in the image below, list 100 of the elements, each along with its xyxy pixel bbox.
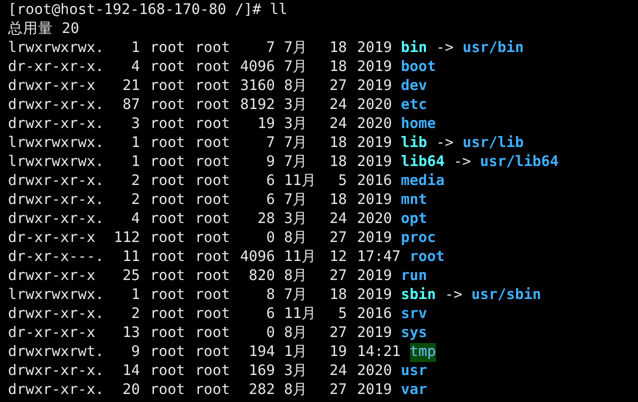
month-text: 3月 [284,211,308,227]
link-count-text: 112 [114,230,140,246]
link-arrow-text: -> [436,39,454,58]
file-size-text: 7 [266,40,275,56]
owner-text: root [150,97,185,113]
file-name: tmp [410,343,436,362]
permissions-text: drwxr-xr-x [8,77,96,96]
link-count-text: 21 [122,78,140,94]
group-text: root [195,363,230,379]
group-text: root [195,249,230,265]
owner-text: root [150,344,185,360]
month-text: 11月 [284,173,316,189]
owner-text: root [150,249,185,265]
group-text: root [195,287,230,303]
file-size-text: 6 [266,306,275,322]
link-count-text: 9 [131,344,140,360]
file-size-text: 6 [266,192,275,208]
day-text: 18 [330,287,347,303]
owner-text: root [150,173,185,189]
file-size-text: 8192 [240,97,275,113]
day-text: 27 [330,230,347,246]
owner-text: root [150,230,185,246]
permissions-text: drwxr-xr-x. [8,96,106,115]
day-text: 12 [330,249,347,265]
year-or-time-text: 2019 [357,382,392,398]
permissions-text: drwxr-xr-x. [8,362,106,381]
file-size-text: 4096 [240,249,275,265]
link-count-text: 1 [131,40,140,56]
file-name: lib [400,134,428,153]
year-or-time-text: 2019 [357,192,392,208]
group-text: root [195,325,230,341]
year-or-time-text: 2019 [357,154,392,170]
group-text: root [195,97,230,113]
month-text: 3月 [284,97,308,113]
permissions-text: lrwxrwxrwx. [8,286,106,305]
file-name: boot [400,58,436,77]
link-target-text: usr/lib64 [480,153,559,172]
day-text: 27 [330,382,347,398]
year-or-time-text: 2019 [357,230,392,246]
command-prompt: [root@host-192-168-170-80 /]# ll [8,2,288,18]
year-or-time-text: 2016 [357,173,392,189]
link-arrow-text: -> [436,134,454,153]
month-text: 7月 [284,287,308,303]
file-size-text: 4096 [240,59,275,75]
year-or-time-text: 2019 [357,135,392,151]
day-text: 18 [330,154,347,170]
day-text: 18 [330,135,347,151]
year-or-time-text: 2020 [357,116,392,132]
file-size-text: 169 [248,363,275,379]
file-name: media [400,172,445,191]
file-size-text: 8 [266,287,275,303]
year-or-time-text: 14:21 [357,344,401,360]
day-text: 5 [338,306,347,322]
month-text: 3月 [284,363,308,379]
year-or-time-text: 2020 [357,97,392,113]
month-text: 8月 [284,268,308,284]
group-text: root [195,382,230,398]
year-or-time-text: 2016 [357,306,392,322]
year-or-time-text: 2019 [357,40,392,56]
permissions-text: drwxr-xr-x. [8,381,106,400]
owner-text: root [150,287,185,303]
day-text: 18 [330,40,347,56]
owner-text: root [150,306,185,322]
month-text: 11月 [284,306,316,322]
owner-text: root [150,325,185,341]
file-size-text: 6 [266,173,275,189]
file-name: sys [400,324,428,343]
month-text: 7月 [284,40,308,56]
owner-text: root [150,363,185,379]
month-text: 8月 [284,78,308,94]
file-size-text: 9 [266,154,275,170]
link-target-text: usr/bin [462,39,524,58]
permissions-text: dr-xr-x---. [8,248,106,267]
month-text: 7月 [284,135,308,151]
link-count-text: 1 [131,287,140,303]
link-target-text: usr/sbin [471,286,542,305]
link-count-text: 87 [122,97,140,113]
permissions-text: drwxr-xr-x. [8,172,106,191]
file-size-text: 0 [266,230,275,246]
year-or-time-text: 2019 [357,268,392,284]
permissions-text: drwxr-xr-x. [8,305,106,324]
file-name: bin [400,39,428,58]
month-text: 8月 [284,382,308,398]
permissions-text: lrwxrwxrwx. [8,153,106,172]
group-text: root [195,211,230,227]
group-text: root [195,192,230,208]
link-count-text: 2 [131,192,140,208]
file-name: mnt [400,191,428,210]
file-size-text: 194 [248,344,275,360]
permissions-text: drwxr-xr-x. [8,191,106,210]
file-size-text: 820 [248,268,275,284]
day-text: 18 [330,59,347,75]
file-size-text: 282 [248,382,275,398]
year-or-time-text: 2019 [357,325,392,341]
permissions-text: lrwxrwxrwx. [8,39,106,58]
month-text: 7月 [284,154,308,170]
day-text: 27 [330,325,347,341]
month-text: 8月 [284,325,308,341]
permissions-text: lrwxrwxrwx. [8,134,106,153]
link-arrow-text: -> [454,153,472,172]
